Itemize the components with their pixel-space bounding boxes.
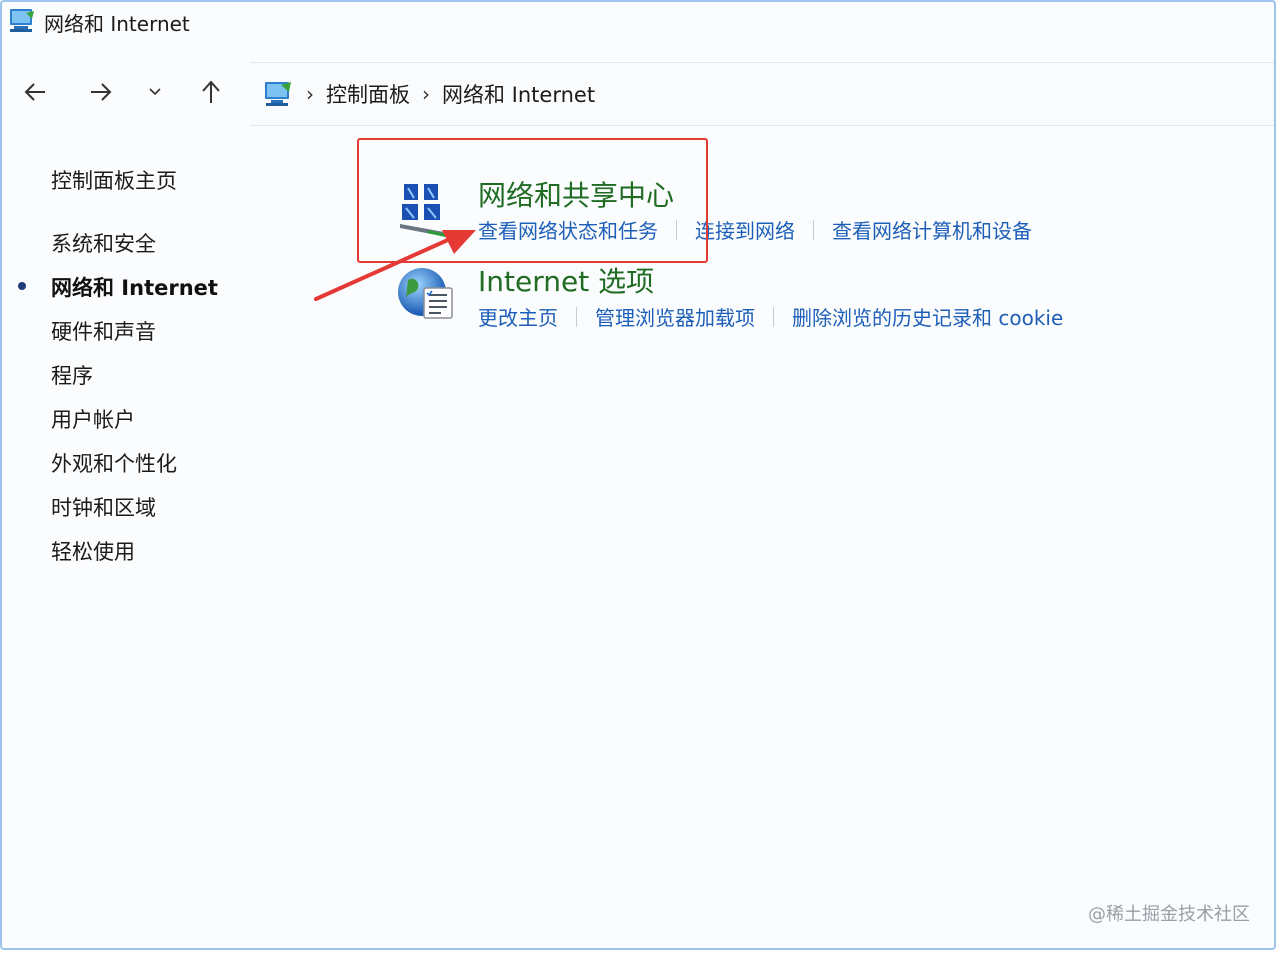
breadcrumb-separator: › xyxy=(422,82,430,106)
sidebar-item-appearance[interactable]: 外观和个性化 xyxy=(51,448,177,478)
forward-button[interactable] xyxy=(80,72,120,112)
sidebar-item-network-internet[interactable]: 网络和 Internet xyxy=(51,272,218,302)
sidebar-item-programs[interactable]: 程序 xyxy=(51,360,93,390)
sidebar-item-system-security[interactable]: 系统和安全 xyxy=(51,228,156,258)
back-button[interactable] xyxy=(16,72,56,112)
arrow-up-icon xyxy=(198,79,224,105)
breadcrumb-separator: › xyxy=(306,82,314,106)
watermark: @稀土掘金技术社区 xyxy=(1088,904,1250,925)
control-panel-icon xyxy=(8,7,38,35)
breadcrumb-control-panel[interactable]: 控制面板 xyxy=(326,79,410,109)
arrow-right-icon xyxy=(87,79,113,105)
link-divider xyxy=(773,306,774,327)
internet-options-links: 更改主页 管理浏览器加载项 删除浏览的历史记录和 cookie xyxy=(478,302,1063,331)
link-manage-addons[interactable]: 管理浏览器加载项 xyxy=(595,302,755,331)
breadcrumb-network-internet[interactable]: 网络和 Internet xyxy=(442,79,595,109)
control-panel-icon xyxy=(264,79,294,109)
sidebar-item-clock-region[interactable]: 时钟和区域 xyxy=(51,492,156,522)
active-item-bullet xyxy=(18,282,26,290)
title-bar: 网络和 Internet xyxy=(2,2,1274,42)
recent-locations-button[interactable] xyxy=(135,72,175,112)
annotation-arrow xyxy=(310,224,480,304)
link-divider xyxy=(576,306,577,327)
up-button[interactable] xyxy=(191,72,231,112)
sidebar-item-ease-of-access[interactable]: 轻松使用 xyxy=(51,536,135,566)
chevron-down-icon xyxy=(147,84,163,100)
address-bar[interactable]: › 控制面板 › 网络和 Internet xyxy=(250,62,1274,126)
sidebar-item-control-panel-home[interactable]: 控制面板主页 xyxy=(51,165,177,195)
window-title: 网络和 Internet xyxy=(44,12,190,36)
internet-options-title[interactable]: Internet 选项 xyxy=(478,260,654,300)
sidebar-item-user-accounts[interactable]: 用户帐户 xyxy=(51,404,135,434)
link-change-homepage[interactable]: 更改主页 xyxy=(478,302,558,331)
arrow-left-icon xyxy=(23,79,49,105)
control-panel-window: 网络和 Internet › 控制面板 › 网络和 Internet 控制面板主… xyxy=(0,0,1276,950)
link-connect-to-network[interactable]: 连接到网络 xyxy=(695,215,795,244)
link-divider xyxy=(813,219,814,240)
link-delete-history-cookies[interactable]: 删除浏览的历史记录和 cookie xyxy=(792,302,1063,331)
sidebar-item-hardware-sound[interactable]: 硬件和声音 xyxy=(51,316,156,346)
link-view-network-computers[interactable]: 查看网络计算机和设备 xyxy=(832,215,1032,244)
